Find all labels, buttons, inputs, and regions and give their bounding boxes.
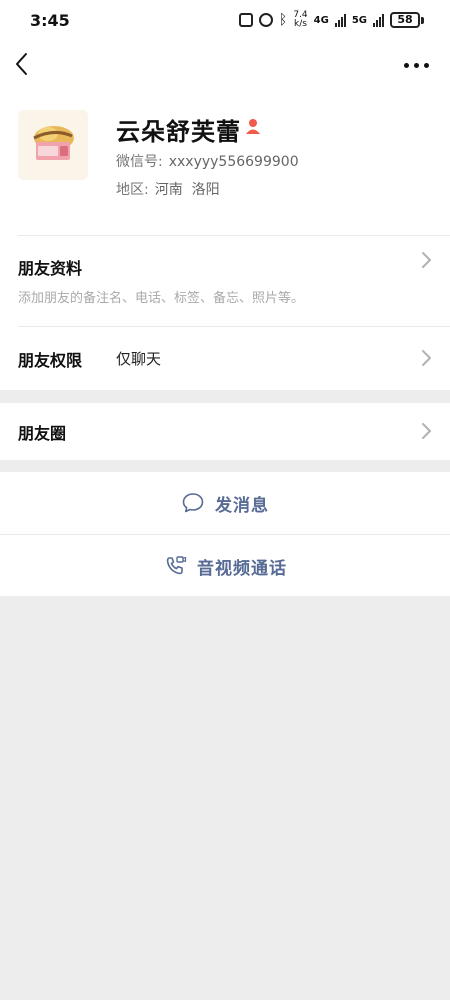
region-value: 河南 洛阳 — [154, 182, 220, 198]
status-bar: 3:45 ᛒ 7.4 k/s 4G 5G 58 — [0, 0, 450, 40]
avatar-image — [18, 110, 88, 180]
signal-icon-2 — [373, 13, 384, 27]
profile-header: 云朵舒芙蕾 微信号: xxxyyy556699900 地区: 河南 洛阳 — [0, 90, 450, 235]
friend-permissions-title: 朋友权限 — [18, 351, 83, 370]
friend-permissions-value: 仅聊天 — [116, 350, 162, 368]
network-speed-unit: k/s — [294, 19, 307, 29]
back-arrow-icon — [16, 53, 27, 75]
friend-info-desc: 添加朋友的备注名、电话、标签、备忘、照片等。 — [18, 291, 305, 306]
actions-section: 发消息 音视频通话 — [0, 472, 450, 596]
battery-icon: 58 — [390, 12, 420, 28]
battery-tip — [421, 16, 424, 24]
profile-name: 云朵舒芙蕾 — [116, 118, 241, 146]
network-4g: 4G — [313, 14, 329, 26]
more-button[interactable] — [404, 58, 432, 72]
top-bar — [0, 40, 450, 90]
region: 地区: 河南 洛阳 — [116, 179, 220, 199]
network-5g: 5G — [351, 14, 367, 26]
nfc-icon — [238, 13, 253, 27]
alarm-icon — [258, 13, 273, 27]
friend-info-title: 朋友资料 — [18, 259, 83, 278]
chat-bubble-icon — [182, 493, 204, 513]
more-dots-icon — [424, 62, 429, 68]
phone-video-icon — [166, 556, 187, 575]
bluetooth-icon: ᛒ — [278, 12, 288, 28]
wechat-id-label: 微信号: — [116, 154, 163, 170]
video-call-label: 音视频通话 — [197, 558, 287, 579]
back-button[interactable] — [10, 50, 38, 78]
region-label: 地区: — [116, 182, 149, 198]
status-time: 3:45 — [30, 11, 70, 30]
wechat-id-value: xxxyyy556699900 — [168, 154, 299, 170]
more-dots-icon — [414, 62, 419, 68]
chevron-right-icon — [422, 252, 431, 268]
send-message-button[interactable]: 发消息 — [0, 472, 450, 534]
more-dots-icon — [404, 62, 409, 68]
friend-permissions-row[interactable]: 朋友权限 仅聊天 — [18, 327, 432, 389]
wechat-id: 微信号: xxxyyy556699900 — [116, 151, 299, 171]
friend-settings-section: 朋友资料 添加朋友的备注名、电话、标签、备忘、照片等。 朋友权限 仅聊天 — [0, 235, 450, 390]
person-badge-icon — [246, 119, 260, 134]
send-message-label: 发消息 — [215, 495, 269, 516]
status-icons: ᛒ 7.4 k/s 4G 5G 58 — [238, 10, 424, 30]
chevron-right-icon — [422, 350, 431, 366]
avatar[interactable] — [18, 110, 88, 180]
moments-row[interactable]: 朋友圈 — [18, 403, 432, 460]
moments-title: 朋友圈 — [18, 424, 67, 443]
friend-info-row[interactable]: 朋友资料 添加朋友的备注名、电话、标签、备忘、照片等。 — [18, 235, 432, 325]
signal-icon — [334, 13, 346, 27]
network-speed: 7.4 k/s — [293, 11, 307, 29]
video-call-button[interactable]: 音视频通话 — [0, 535, 450, 597]
chevron-right-icon — [422, 423, 431, 439]
moments-section: 朋友圈 — [0, 403, 450, 460]
